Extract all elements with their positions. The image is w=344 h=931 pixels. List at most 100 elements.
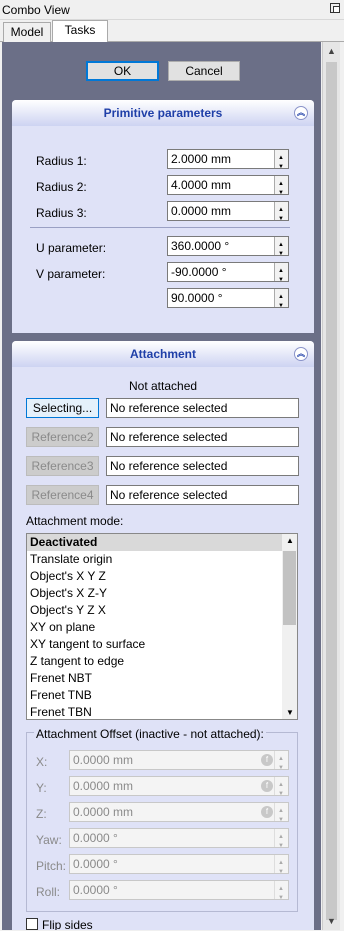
u-parameter-value: 360.0000 ° — [171, 239, 230, 253]
radius1-label: Radius 1: — [36, 154, 87, 168]
offset-x-value: 0.0000 mm — [73, 753, 134, 767]
offset-yaw-label: Yaw: — [36, 833, 62, 847]
reference4-button[interactable]: Reference4 — [26, 485, 99, 505]
collapse-icon[interactable]: ︽ — [294, 106, 308, 120]
spin-arrows-icon[interactable] — [274, 776, 288, 803]
task-panel: OK Cancel Primitive parameters ︽ Radius … — [2, 42, 321, 930]
u-parameter-label: U parameter: — [36, 241, 107, 255]
spin-arrows-icon[interactable] — [274, 828, 288, 855]
radius2-input[interactable]: 4.0000 mm — [167, 175, 289, 202]
separator — [30, 227, 290, 228]
reference2-field[interactable]: No reference selected — [106, 427, 299, 447]
reference3-field[interactable]: No reference selected — [106, 456, 299, 476]
v-parameter-label: V parameter: — [36, 267, 106, 281]
spin-arrows-icon[interactable] — [274, 201, 288, 228]
offset-y-value: 0.0000 mm — [73, 779, 134, 793]
panel-scrollbar[interactable]: ▲ ▼ — [322, 42, 340, 930]
spin-arrows-icon[interactable] — [274, 854, 288, 881]
u-parameter-input[interactable]: 360.0000 ° — [167, 236, 289, 263]
primitive-parameters-title: Primitive parameters — [103, 106, 223, 120]
v-parameter-min-value: -90.0000 ° — [171, 265, 227, 279]
offset-roll-input[interactable]: 0.0000 ° — [69, 880, 289, 907]
attachment-mode-label: Attachment mode: — [26, 514, 124, 528]
list-item[interactable]: Z tangent to edge — [27, 653, 297, 670]
reference2-button[interactable]: Reference2 — [26, 427, 99, 447]
offset-pitch-label: Pitch: — [36, 859, 67, 873]
selecting-button[interactable]: Selecting... — [26, 398, 99, 418]
list-scroll-thumb[interactable] — [283, 551, 296, 625]
offset-y-label: Y: — [36, 781, 47, 795]
formula-icon[interactable]: f — [261, 780, 273, 792]
attachment-title: Attachment — [129, 347, 196, 361]
list-item[interactable]: Object's X Z-Y — [27, 585, 297, 602]
offset-roll-label: Roll: — [36, 885, 61, 899]
window-title: Combo View — [2, 3, 70, 17]
tab-model[interactable]: Model — [3, 22, 51, 42]
attachment-header[interactable]: Attachment ︽ — [12, 341, 314, 367]
formula-icon[interactable]: f — [261, 754, 273, 766]
offset-z-input[interactable]: 0.0000 mm f — [69, 802, 289, 829]
list-item[interactable]: Frenet TBN — [27, 704, 297, 719]
list-item[interactable]: Translate origin — [27, 551, 297, 568]
formula-icon[interactable]: f — [261, 806, 273, 818]
float-icon[interactable] — [330, 3, 340, 13]
spin-arrows-icon[interactable] — [274, 880, 288, 907]
reference3-button[interactable]: Reference3 — [26, 456, 99, 476]
cancel-button[interactable]: Cancel — [168, 61, 240, 81]
list-item[interactable]: Frenet NBT — [27, 670, 297, 687]
v-parameter-max-value: 90.0000 ° — [171, 291, 223, 305]
attachment-mode-list[interactable]: Deactivated Translate origin Object's X … — [26, 533, 298, 720]
spin-arrows-icon[interactable] — [274, 236, 288, 263]
panel-scroll-thumb[interactable] — [326, 62, 337, 920]
v-parameter-min-input[interactable]: -90.0000 ° — [167, 262, 289, 289]
list-item[interactable]: Object's Y Z X — [27, 602, 297, 619]
radius2-label: Radius 2: — [36, 180, 87, 194]
attachment-offset-title: Attachment Offset (inactive - not attach… — [34, 727, 266, 741]
primitive-parameters-header[interactable]: Primitive parameters ︽ — [12, 100, 314, 126]
spin-arrows-icon[interactable] — [274, 149, 288, 176]
offset-z-label: Z: — [36, 807, 47, 821]
offset-roll-value: 0.0000 ° — [73, 883, 118, 897]
tab-tasks[interactable]: Tasks — [52, 20, 108, 43]
list-item[interactable]: XY tangent to surface — [27, 636, 297, 653]
tab-bar: Model Tasks — [0, 20, 344, 43]
scroll-down-icon[interactable]: ▼ — [327, 916, 336, 926]
offset-z-value: 0.0000 mm — [73, 805, 134, 819]
radius1-value: 2.0000 mm — [171, 152, 232, 166]
spin-arrows-icon[interactable] — [274, 802, 288, 829]
offset-yaw-value: 0.0000 ° — [73, 831, 118, 845]
reference1-field[interactable]: No reference selected — [106, 398, 299, 418]
radius3-input[interactable]: 0.0000 mm — [167, 201, 289, 228]
offset-y-input[interactable]: 0.0000 mm f — [69, 776, 289, 803]
offset-x-input[interactable]: 0.0000 mm f — [69, 750, 289, 777]
list-item[interactable]: Deactivated — [27, 534, 297, 551]
flip-sides-label: Flip sides — [42, 918, 93, 930]
collapse-icon[interactable]: ︽ — [294, 347, 308, 361]
radius3-label: Radius 3: — [36, 206, 87, 220]
scroll-up-icon[interactable]: ▲ — [286, 536, 294, 545]
v-parameter-max-input[interactable]: 90.0000 ° — [167, 288, 289, 315]
reference4-field[interactable]: No reference selected — [106, 485, 299, 505]
list-scrollbar[interactable]: ▲ ▼ — [282, 534, 297, 719]
offset-yaw-input[interactable]: 0.0000 ° — [69, 828, 289, 855]
spin-arrows-icon[interactable] — [274, 262, 288, 289]
list-item[interactable]: Frenet TNB — [27, 687, 297, 704]
ok-button[interactable]: OK — [86, 61, 159, 81]
offset-x-label: X: — [36, 755, 48, 769]
list-item[interactable]: XY on plane — [27, 619, 297, 636]
title-bar: Combo View — [0, 0, 344, 20]
offset-pitch-value: 0.0000 ° — [73, 857, 118, 871]
attachment-status: Not attached — [129, 379, 198, 393]
radius3-value: 0.0000 mm — [171, 204, 232, 218]
offset-pitch-input[interactable]: 0.0000 ° — [69, 854, 289, 881]
primitive-parameters-box: Primitive parameters ︽ Radius 1: 2.0000 … — [12, 100, 314, 333]
spin-arrows-icon[interactable] — [274, 288, 288, 315]
list-item[interactable]: Object's X Y Z — [27, 568, 297, 585]
flip-sides-checkbox[interactable] — [26, 918, 38, 930]
spin-arrows-icon[interactable] — [274, 175, 288, 202]
spin-arrows-icon[interactable] — [274, 750, 288, 777]
radius2-value: 4.0000 mm — [171, 178, 232, 192]
scroll-down-icon[interactable]: ▼ — [286, 708, 294, 717]
radius1-input[interactable]: 2.0000 mm — [167, 149, 289, 176]
scroll-up-icon[interactable]: ▲ — [327, 46, 336, 56]
